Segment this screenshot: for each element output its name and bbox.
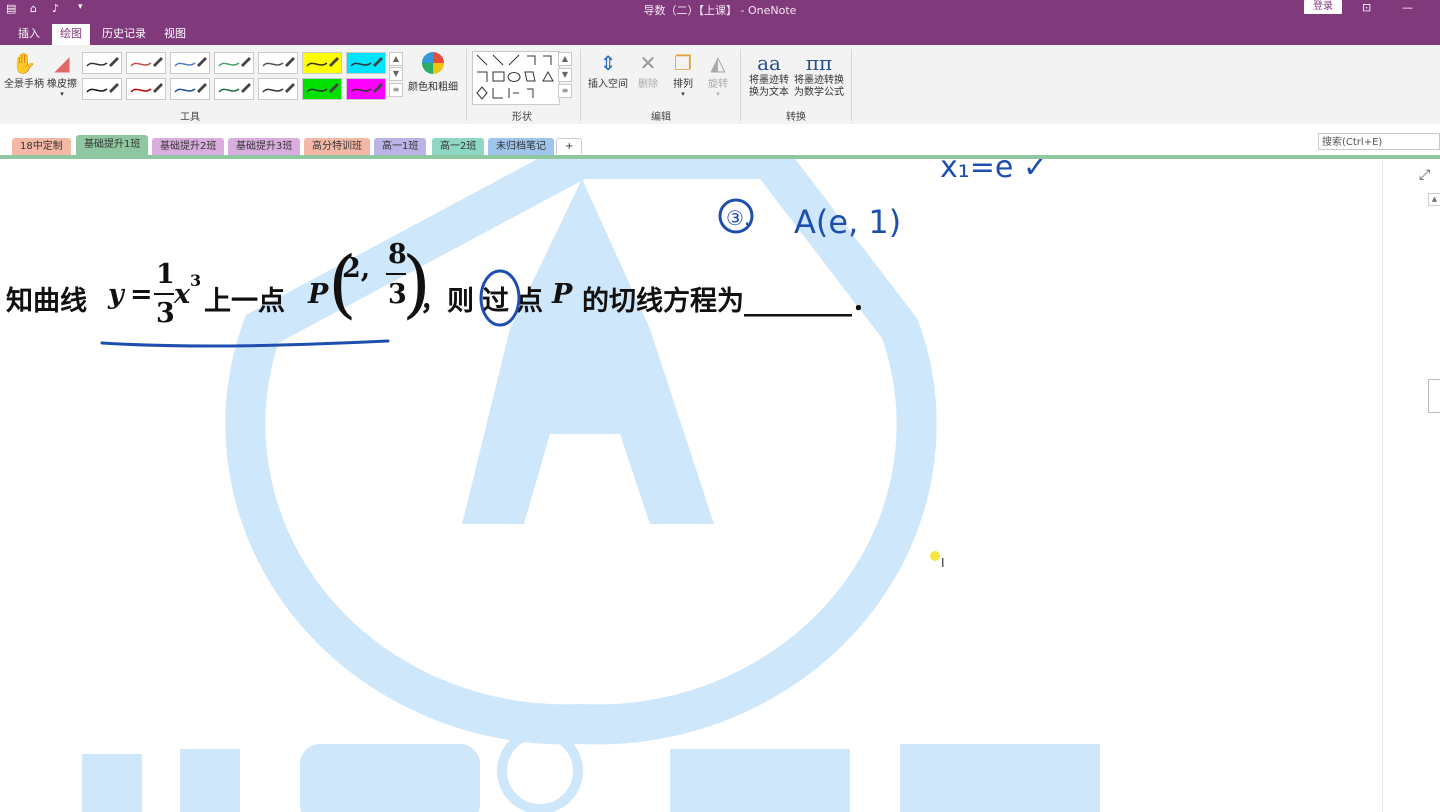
divider <box>466 49 467 121</box>
minimize-icon[interactable]: — <box>1402 1 1413 14</box>
ink-note-point: A(e, 1) <box>794 203 901 241</box>
ink-layer: ③. A(e, 1) x₁=e ✓ <box>100 159 1048 348</box>
search-input[interactable]: 搜索(Ctrl+E) <box>1318 133 1440 150</box>
shapes-more-icon[interactable]: ≡ <box>558 84 572 98</box>
pen-swatch[interactable] <box>170 78 210 100</box>
pan-hand-label: 全景手柄 <box>4 79 44 90</box>
tab-history[interactable]: 历史记录 <box>94 24 154 45</box>
pen-swatch[interactable] <box>126 78 166 100</box>
convert-group-label: 转换 <box>786 112 806 123</box>
add-section-button[interactable]: + <box>556 138 583 154</box>
pen-swatch[interactable] <box>82 52 122 74</box>
section-tab[interactable]: 18中定制 <box>12 138 71 155</box>
pen-swatch[interactable] <box>302 78 342 100</box>
color-wheel-icon <box>406 51 460 78</box>
insert-space-button[interactable]: ⇕ 插入空间 <box>586 51 630 90</box>
ribbon-display-options-icon[interactable]: ⊡ <box>1362 1 1371 14</box>
arrange-icon: ❐ <box>674 51 692 75</box>
delete-button[interactable]: ✕ 删除 <box>632 51 664 90</box>
eraser-icon: ◢ <box>54 51 70 75</box>
pen-swatch[interactable] <box>170 52 210 74</box>
rotate-button[interactable]: ◭ 旋转 ▾ <box>702 51 734 98</box>
pen-swatch[interactable] <box>214 78 254 100</box>
chevron-down-icon: ▾ <box>60 90 64 98</box>
tools-group-label: 工具 <box>180 112 200 123</box>
login-button[interactable]: 登录 <box>1304 0 1342 14</box>
delete-icon: ✕ <box>639 51 657 75</box>
ink-to-text-label: 将墨迹转换为文本 <box>749 75 789 98</box>
rotate-label: 旋转 <box>708 79 728 90</box>
hand-icon: ✋ <box>11 51 37 75</box>
section-tab[interactable]: 高一1班 <box>374 138 427 155</box>
color-thickness-label: 颜色和粗细 <box>408 82 458 93</box>
tab-insert[interactable]: 插入 <box>10 24 48 45</box>
color-thickness-button[interactable]: 颜色和粗细 <box>406 51 460 93</box>
ink-circle <box>479 269 521 327</box>
vertical-scrollbar[interactable]: ⤢ ▲ <box>1382 159 1440 812</box>
insert-space-label: 插入空间 <box>588 79 628 90</box>
divider <box>740 49 741 121</box>
section-tab[interactable]: 未归档笔记 <box>488 138 554 155</box>
arrange-label: 排列 <box>673 79 693 90</box>
pi-icon: ππ <box>805 51 833 75</box>
section-tab[interactable]: 高一2班 <box>432 138 485 155</box>
section-tab[interactable]: 高分特训班 <box>304 138 370 155</box>
pen-swatch[interactable] <box>258 78 298 100</box>
cursor-highlight <box>930 551 940 561</box>
shapes-gallery[interactable] <box>472 51 560 105</box>
divider <box>851 49 852 121</box>
shapes-icon <box>476 54 554 100</box>
ink-top-note: x₁=e ✓ <box>940 159 1048 185</box>
ink-to-text-button[interactable]: aa 将墨迹转换为文本 <box>746 51 792 99</box>
gallery-down-icon[interactable]: ▼ <box>389 67 403 81</box>
chevron-down-icon: ▾ <box>716 90 720 98</box>
gallery-up-icon[interactable]: ▲ <box>389 52 403 66</box>
ink-to-text-icon: aa <box>757 51 781 75</box>
ink-note-number: ③. <box>726 206 750 230</box>
tab-view[interactable]: 视图 <box>156 24 194 45</box>
section-tab[interactable]: 基础提升1班 <box>76 135 149 155</box>
eraser-button[interactable]: ◢ 橡皮擦 ▾ <box>46 51 78 98</box>
ribbon: ✋ 全景手柄 ◢ 橡皮擦 ▾ ▲ ▼ ≡ 颜色和粗细 工具 ▲ ▼ ≡ 形状 ⇕… <box>0 45 1440 125</box>
edit-group-label: 编辑 <box>651 112 671 123</box>
section-tab[interactable]: 基础提升3班 <box>228 138 301 155</box>
shapes-up-icon[interactable]: ▲ <box>558 52 572 66</box>
shapes-group-label: 形状 <box>512 112 532 123</box>
pen-swatch[interactable] <box>258 52 298 74</box>
pan-hand-button[interactable]: ✋ 全景手柄 <box>2 51 46 90</box>
ink-underline <box>100 339 390 348</box>
ink-to-math-button[interactable]: ππ 将墨迹转换为数学公式 <box>793 51 845 99</box>
ink-to-math-label: 将墨迹转换为数学公式 <box>794 75 844 98</box>
pen-swatch[interactable] <box>214 52 254 74</box>
eraser-label: 橡皮擦 <box>47 79 77 90</box>
scroll-up-icon[interactable]: ▲ <box>1428 193 1440 206</box>
pen-swatch[interactable] <box>346 78 386 100</box>
pen-swatch[interactable] <box>82 78 122 100</box>
pen-swatch[interactable] <box>126 52 166 74</box>
note-page[interactable]: 知曲线 y = 1 3 x 3 上一点 P ( 2, 8 3 ) ，则 过 点 … <box>0 159 1382 812</box>
divider <box>580 49 581 121</box>
pen-swatch[interactable] <box>346 52 386 74</box>
gallery-more-icon[interactable]: ≡ <box>389 83 403 97</box>
insert-space-icon: ⇕ <box>599 51 617 75</box>
shapes-down-icon[interactable]: ▼ <box>558 68 572 82</box>
expand-icon[interactable]: ⤢ <box>1419 167 1430 183</box>
window-title: 导数（二）【上课】 - OneNote <box>643 4 797 17</box>
menu-bar: 插入 绘图 历史记录 视图 <box>0 20 1440 45</box>
title-bar: ▤ ⌂ ♪ ▾ 导数（二）【上课】 - OneNote 登录 ⊡ — <box>0 0 1440 20</box>
chevron-down-icon: ▾ <box>681 90 685 98</box>
section-tabs-bar: 18中定制 基础提升1班 基础提升2班 基础提升3班 高分特训班 高一1班 高一2班 未归档笔… <box>0 124 1440 156</box>
section-tab[interactable]: 基础提升2班 <box>152 138 225 155</box>
arrange-button[interactable]: ❐ 排列 ▾ <box>666 51 700 98</box>
text-cursor-icon: I <box>941 556 945 570</box>
scroll-thumb[interactable] <box>1428 379 1440 413</box>
tab-draw[interactable]: 绘图 <box>52 24 90 45</box>
rotate-icon: ◭ <box>710 51 726 75</box>
delete-label: 删除 <box>638 79 658 90</box>
pen-swatch[interactable] <box>302 52 342 74</box>
